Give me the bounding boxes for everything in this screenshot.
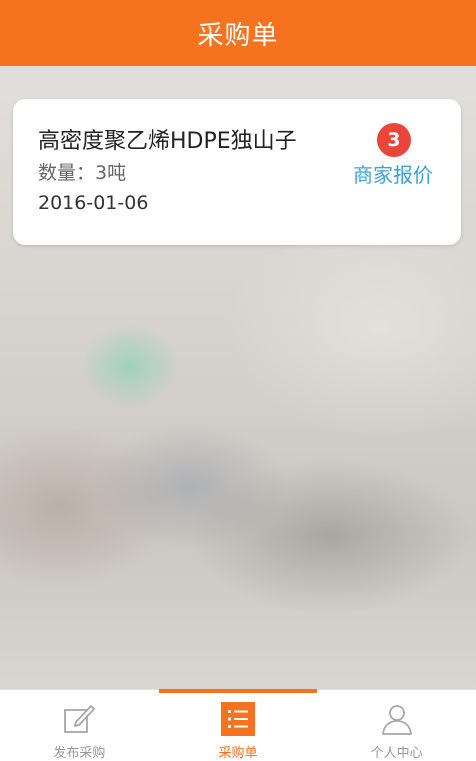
app-header: 采购单	[0, 0, 476, 66]
edit-icon	[62, 702, 96, 736]
tab-label: 采购单	[218, 746, 258, 761]
tab-personal-center[interactable]: 个人中心	[317, 690, 476, 761]
bottom-tab-bar: 发布采购 采购单 个人中心	[0, 689, 476, 761]
tab-purchase-orders[interactable]: 采购单	[158, 689, 318, 761]
tab-publish-purchase[interactable]: 发布采购	[0, 690, 159, 761]
order-quantity: 数量：3吨	[38, 162, 127, 184]
tab-label: 发布采购	[53, 746, 106, 761]
tab-label: 个人中心	[370, 746, 423, 761]
order-list: 高密度聚乙烯HDPE独山子 数量：3吨 2016-01-06 3 商家报价	[0, 66, 476, 689]
user-icon	[380, 702, 414, 736]
quote-count-badge: 3	[377, 123, 411, 157]
merchant-quote-link[interactable]: 商家报价	[353, 159, 433, 188]
order-date: 2016-01-06	[38, 192, 149, 214]
order-card[interactable]: 高密度聚乙烯HDPE独山子 数量：3吨 2016-01-06 3 商家报价	[13, 99, 461, 245]
list-icon	[221, 702, 255, 736]
order-title: 高密度聚乙烯HDPE独山子	[38, 129, 297, 154]
page-title: 采购单	[197, 20, 279, 51]
